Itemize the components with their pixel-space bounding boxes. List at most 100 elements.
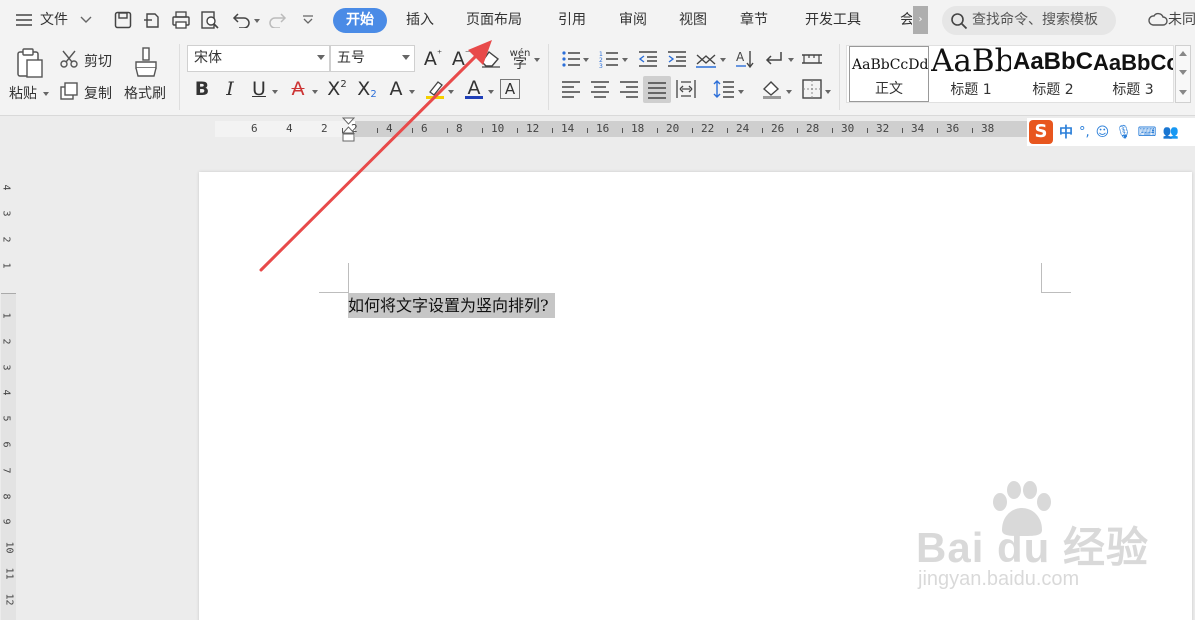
increase-indent-icon[interactable] bbox=[665, 47, 689, 71]
paragraph-marks-dropdown-icon[interactable] bbox=[788, 58, 794, 62]
strikethrough-button[interactable]: A bbox=[286, 77, 310, 101]
increase-font-size-icon[interactable]: A ⁺ bbox=[421, 47, 445, 71]
user-icon[interactable]: 👥 bbox=[1162, 125, 1178, 140]
borders-icon[interactable] bbox=[800, 77, 824, 101]
tab-references[interactable]: 引用 bbox=[558, 0, 586, 40]
export-pdf-icon[interactable] bbox=[140, 8, 164, 32]
ime-mode-toggle[interactable]: 中 bbox=[1059, 122, 1073, 142]
italic-button[interactable]: I bbox=[218, 77, 242, 101]
align-center-icon[interactable] bbox=[588, 77, 612, 101]
clear-formatting-icon[interactable] bbox=[479, 47, 503, 71]
ruler-number: 24 bbox=[736, 122, 750, 135]
indent-marker-icon[interactable] bbox=[342, 117, 355, 143]
horizontal-ruler[interactable]: 6 4 2 2 4 6 8 10 12 14 16 18 20 22 24 26 28 30 32 34 36 38 bbox=[0, 117, 1195, 143]
undo-icon[interactable] bbox=[229, 8, 253, 32]
numbering-dropdown-icon[interactable] bbox=[622, 58, 628, 62]
undo-dropdown-icon[interactable] bbox=[254, 19, 260, 23]
font-color-icon[interactable]: A bbox=[462, 77, 486, 101]
underline-button[interactable]: U bbox=[247, 77, 271, 101]
microphone-icon[interactable]: 🎙 bbox=[1115, 125, 1132, 140]
format-painter-icon[interactable] bbox=[131, 46, 161, 78]
file-menu[interactable]: 文件 bbox=[40, 0, 68, 40]
shading-icon[interactable] bbox=[760, 77, 784, 101]
tab-review[interactable]: 审阅 bbox=[619, 0, 647, 40]
phonetic-guide-icon[interactable]: wén 字 bbox=[508, 47, 532, 72]
table-tools-icon[interactable] bbox=[800, 47, 824, 71]
show-paragraph-marks-icon[interactable] bbox=[762, 47, 786, 71]
tab-scroll-button[interactable]: › bbox=[913, 6, 928, 34]
tab-page-layout[interactable]: 页面布局 bbox=[466, 0, 522, 40]
print-icon[interactable] bbox=[169, 8, 193, 32]
styles-gallery-scrollbar[interactable] bbox=[1175, 45, 1191, 103]
style-normal[interactable]: AaBbCcDd 正文 bbox=[849, 46, 929, 102]
tab-view[interactable]: 视图 bbox=[679, 0, 707, 40]
borders-dropdown-icon[interactable] bbox=[825, 90, 831, 94]
bold-button[interactable]: B bbox=[190, 77, 214, 101]
tab-developer[interactable]: 开发工具 bbox=[805, 0, 861, 40]
chevron-up-icon[interactable] bbox=[1179, 51, 1187, 56]
justify-icon[interactable] bbox=[643, 76, 671, 103]
style-heading-1[interactable]: AaBb 标题 1 bbox=[931, 46, 1011, 102]
search-commands-box[interactable]: 查找命令、搜索模板 bbox=[942, 6, 1116, 35]
chevron-down-icon[interactable] bbox=[1179, 70, 1187, 75]
bullet-dropdown-icon[interactable] bbox=[583, 58, 589, 62]
underline-dropdown-icon[interactable] bbox=[272, 90, 278, 94]
font-family-select[interactable]: 宋体 bbox=[187, 45, 330, 72]
paste-button-label[interactable]: 粘贴 bbox=[9, 83, 37, 103]
redo-icon[interactable] bbox=[266, 8, 290, 32]
highlight-color-icon[interactable] bbox=[423, 77, 447, 101]
tab-insert[interactable]: 插入 bbox=[406, 0, 434, 40]
tab-membership[interactable]: 会 bbox=[900, 0, 912, 40]
style-heading-2[interactable]: AaBbC 标题 2 bbox=[1013, 46, 1093, 102]
line-spacing-icon[interactable] bbox=[712, 77, 736, 101]
distributed-align-icon[interactable] bbox=[674, 77, 698, 101]
chinese-layout-icon[interactable] bbox=[694, 47, 718, 71]
ruler-number: 36 bbox=[946, 122, 960, 135]
selected-document-text[interactable]: 如何将文字设置为竖向排列? bbox=[348, 293, 555, 318]
emoji-icon[interactable]: ☺ bbox=[1096, 125, 1110, 140]
phonetic-dropdown-icon[interactable] bbox=[534, 58, 540, 62]
highlight-dropdown-icon[interactable] bbox=[448, 90, 454, 94]
sort-icon[interactable]: A bbox=[733, 47, 757, 71]
format-painter-label[interactable]: 格式刷 bbox=[124, 83, 166, 103]
line-spacing-dropdown-icon[interactable] bbox=[738, 90, 744, 94]
vruler-number: 5 bbox=[0, 415, 12, 422]
decrease-indent-icon[interactable] bbox=[636, 47, 660, 71]
font-color-dropdown-icon[interactable] bbox=[488, 90, 494, 94]
copy-label[interactable]: 复制 bbox=[84, 83, 112, 103]
copy-icon[interactable] bbox=[58, 80, 80, 102]
font-size-select[interactable]: 五号 bbox=[330, 45, 415, 72]
tab-chapter[interactable]: 章节 bbox=[740, 0, 768, 40]
print-preview-icon[interactable] bbox=[198, 8, 222, 32]
subscript-button[interactable]: X2 bbox=[355, 77, 379, 101]
cut-label[interactable]: 剪切 bbox=[84, 51, 112, 71]
shading-dropdown-icon[interactable] bbox=[786, 90, 792, 94]
align-right-icon[interactable] bbox=[617, 77, 641, 101]
punctuation-icon[interactable]: °, bbox=[1079, 125, 1090, 140]
bullet-list-icon[interactable] bbox=[559, 47, 583, 71]
text-effect-dropdown-icon[interactable] bbox=[409, 90, 415, 94]
decrease-font-size-icon[interactable]: A ⁻ bbox=[449, 47, 473, 71]
superscript-button[interactable]: X2 bbox=[325, 77, 349, 101]
hamburger-menu-icon[interactable] bbox=[12, 8, 36, 32]
tab-home[interactable]: 开始 bbox=[333, 8, 387, 33]
chevron-down-icon[interactable] bbox=[74, 8, 98, 32]
more-styles-icon[interactable] bbox=[1179, 90, 1187, 95]
numbered-list-icon[interactable]: 123 bbox=[597, 47, 621, 71]
strikethrough-dropdown-icon[interactable] bbox=[312, 90, 318, 94]
customize-toolbar-icon[interactable] bbox=[296, 8, 320, 32]
vertical-ruler[interactable]: 4 3 2 1 1 2 3 4 5 6 7 8 9 10 11 12 bbox=[0, 145, 18, 620]
character-border-icon[interactable]: A bbox=[500, 79, 520, 99]
chinese-layout-dropdown-icon[interactable] bbox=[720, 58, 726, 62]
paste-icon[interactable] bbox=[13, 46, 47, 80]
ruler-number: 2 bbox=[321, 122, 328, 135]
align-left-icon[interactable] bbox=[559, 77, 583, 101]
save-icon[interactable] bbox=[111, 8, 135, 32]
keyboard-icon[interactable]: ⌨ bbox=[1138, 125, 1157, 140]
cloud-sync-status[interactable]: 未同 bbox=[1148, 0, 1195, 40]
text-effect-button[interactable]: A bbox=[384, 77, 408, 101]
paste-dropdown-icon[interactable] bbox=[43, 92, 49, 96]
ime-logo[interactable]: S bbox=[1029, 120, 1053, 144]
style-heading-3[interactable]: AaBbCc 标题 3 bbox=[1093, 46, 1173, 102]
cut-icon[interactable] bbox=[58, 48, 80, 70]
